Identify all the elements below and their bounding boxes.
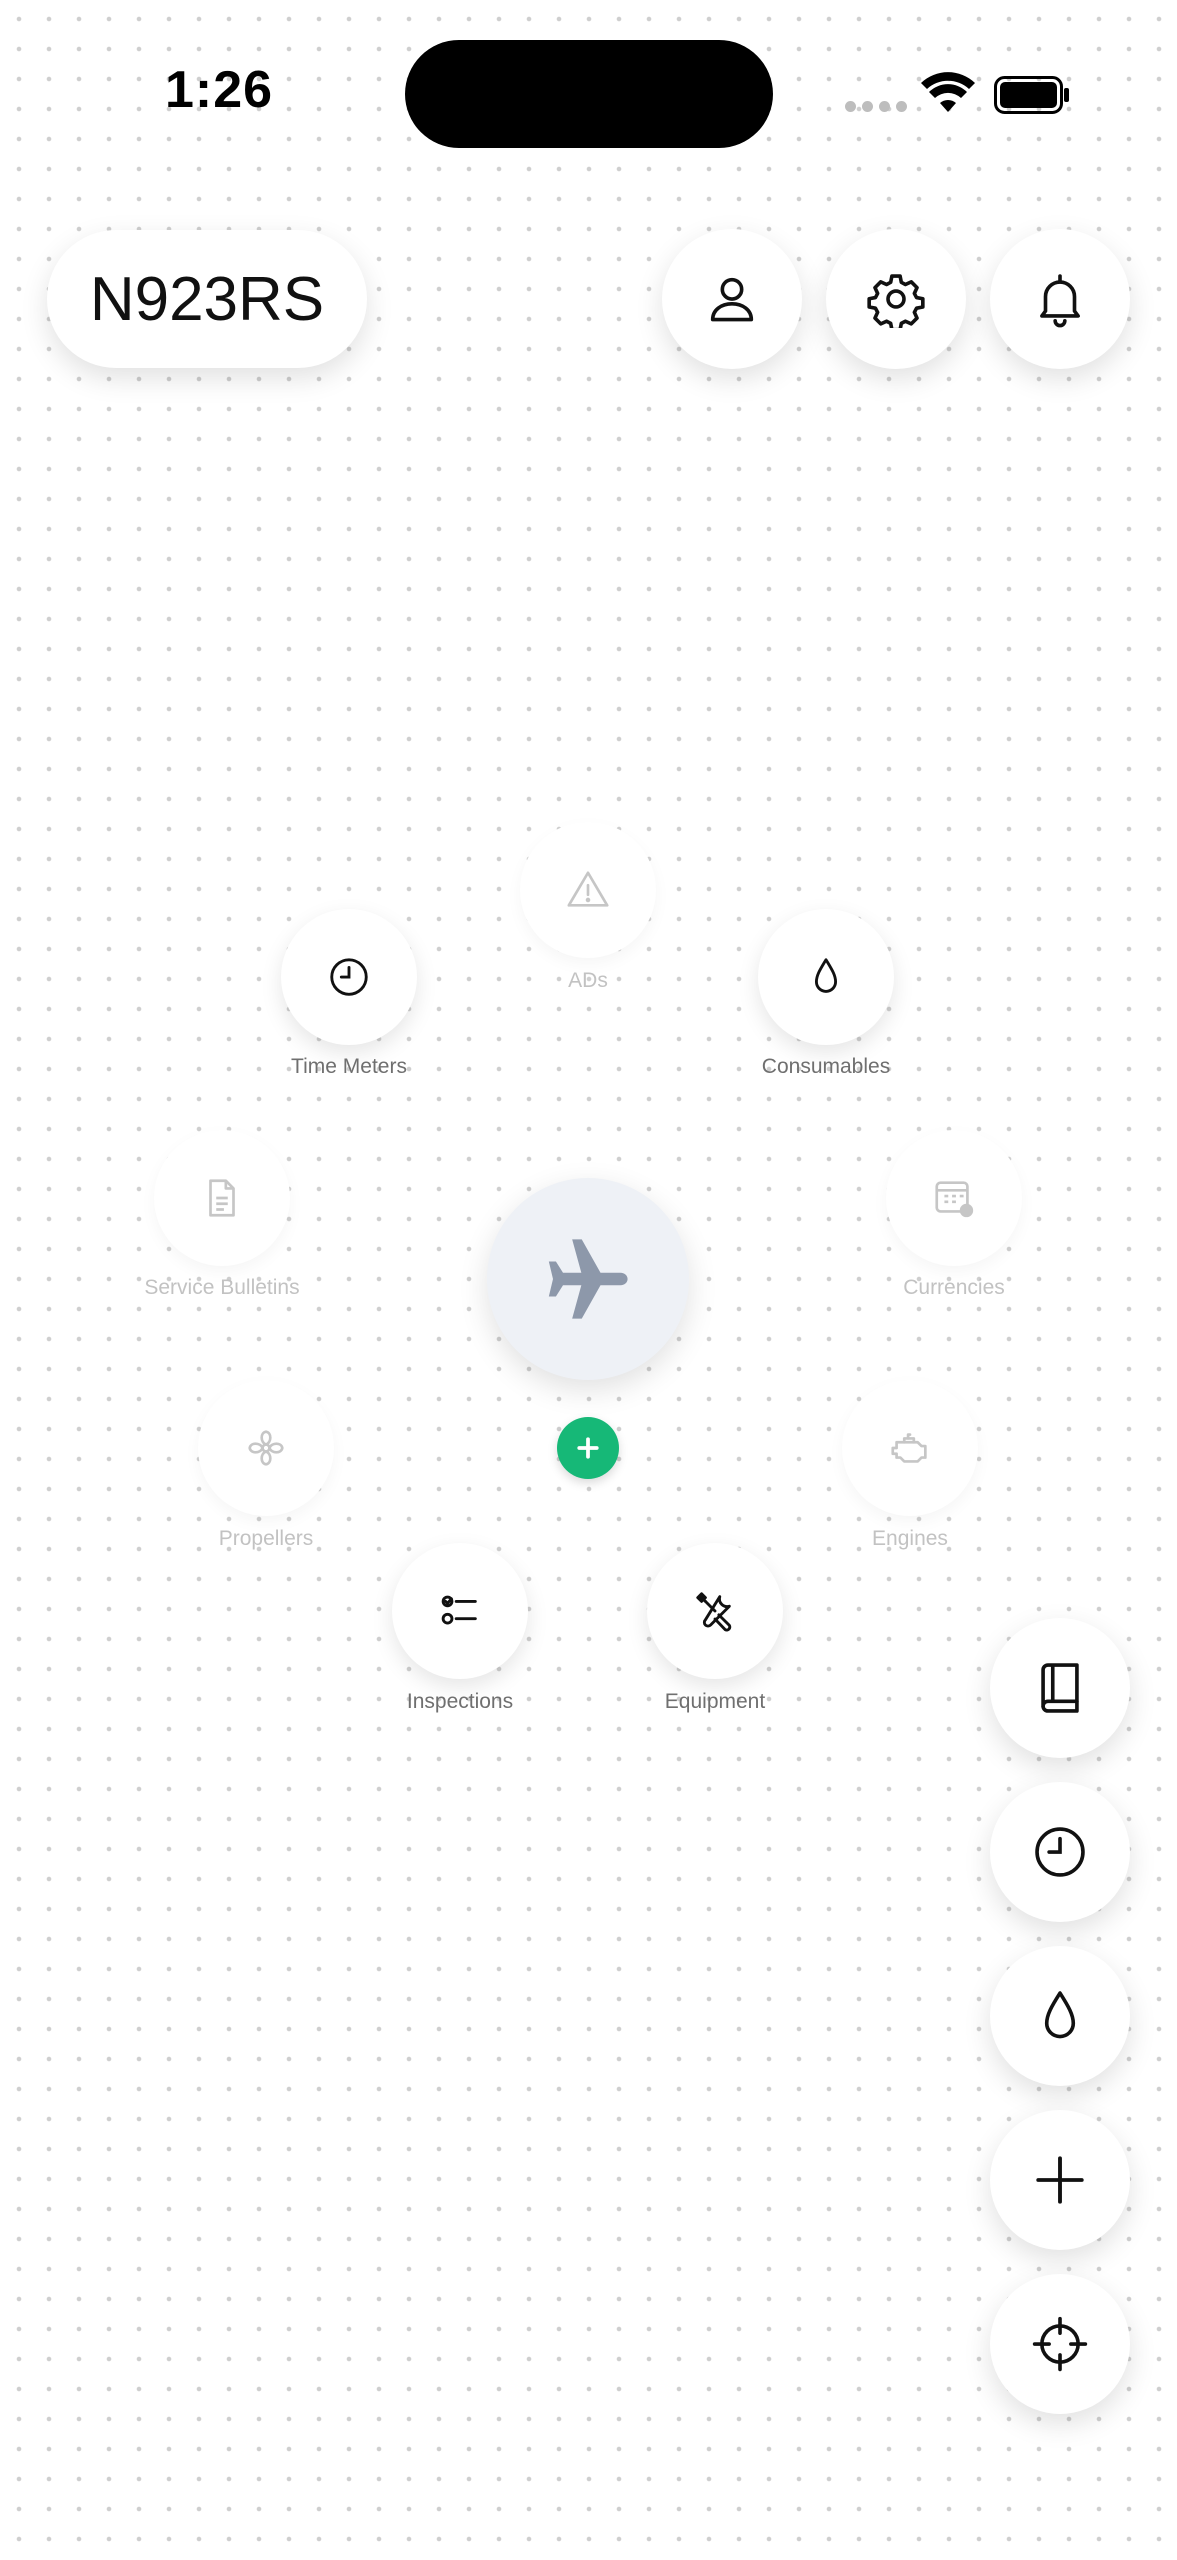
crosshair-icon xyxy=(1032,2316,1088,2372)
time-button[interactable] xyxy=(990,1782,1130,1922)
drop-icon xyxy=(814,958,838,993)
settings-button[interactable] xyxy=(826,229,966,369)
engines-node[interactable] xyxy=(842,1380,978,1516)
profile-button[interactable] xyxy=(662,229,802,369)
checklist-icon xyxy=(441,1595,477,1625)
plus-icon xyxy=(1036,2156,1084,2204)
ads-node[interactable] xyxy=(520,822,656,958)
status-time: 1:26 xyxy=(165,61,274,119)
engines-label: Engines xyxy=(872,1527,948,1550)
aircraft-hub[interactable] xyxy=(487,1178,689,1380)
wifi-icon xyxy=(921,72,975,112)
engine-icon xyxy=(891,1433,927,1463)
propellers-label: Propellers xyxy=(218,1527,314,1550)
currencies-node[interactable] xyxy=(886,1130,1022,1266)
user-icon xyxy=(710,277,754,322)
ads-label: ADs xyxy=(568,969,608,992)
fuel-button[interactable] xyxy=(990,1946,1130,2086)
airplane-icon xyxy=(548,1239,628,1319)
fan-icon xyxy=(248,1430,284,1466)
clock-icon xyxy=(330,958,368,996)
battery-icon xyxy=(994,76,1069,114)
clock-icon xyxy=(1035,1827,1085,1877)
plus-icon xyxy=(577,1437,599,1459)
time-meters-label: Time Meters xyxy=(291,1055,407,1078)
add-button[interactable] xyxy=(990,2110,1130,2250)
add-component-button[interactable] xyxy=(557,1417,619,1479)
aircraft-selector[interactable]: N923RS xyxy=(47,230,367,368)
tools-icon xyxy=(696,1592,732,1632)
propellers-node[interactable] xyxy=(198,1380,334,1516)
equipment-node[interactable] xyxy=(647,1543,783,1679)
calendar-icon xyxy=(935,1181,974,1218)
time-meters-node[interactable] xyxy=(281,909,417,1045)
warning-icon xyxy=(567,871,609,907)
locate-button[interactable] xyxy=(990,2274,1130,2414)
cellular-signal-icon xyxy=(845,101,907,112)
dynamic-island xyxy=(405,40,773,148)
logbook-button[interactable] xyxy=(990,1618,1130,1758)
bell-icon xyxy=(1040,274,1080,328)
book-icon xyxy=(1041,1663,1079,1713)
service-bulletins-label: Service Bulletins xyxy=(144,1276,300,1299)
document-icon xyxy=(209,1179,235,1217)
notifications-button[interactable] xyxy=(990,229,1130,369)
drop-icon xyxy=(1044,1991,1076,2039)
inspections-node[interactable] xyxy=(392,1543,528,1679)
inspections-label: Inspections xyxy=(406,1690,514,1713)
gear-icon xyxy=(867,274,925,328)
equipment-label: Equipment xyxy=(664,1690,766,1713)
consumables-node[interactable] xyxy=(758,909,894,1045)
consumables-label: Consumables xyxy=(761,1055,891,1078)
currencies-label: Currencies xyxy=(903,1276,1005,1299)
service-bulletins-node[interactable] xyxy=(154,1130,290,1266)
